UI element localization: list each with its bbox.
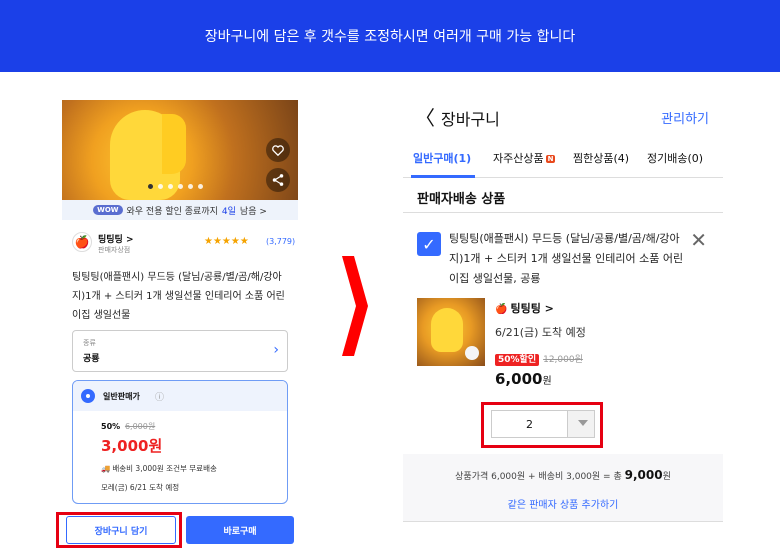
price-option-card[interactable]: 일반판매가 ⓘ 50% 6,000원 3,000원 🚚 배송비 3,000원 조건… (72, 380, 288, 504)
discount-line: 50% 6,000원 (101, 422, 156, 431)
rating-stars: ★★★★★ (204, 236, 249, 247)
order-summary: 상품가격 6,000원 + 배송비 3,000원 = 총 9,000원 같은 판… (403, 454, 723, 522)
delivery-date: 6/21(금) 도착 예정 (495, 326, 586, 339)
shipping-info: 🚚 배송비 3,000원 조건부 무료배송 (101, 464, 217, 473)
option-selector[interactable]: 종류 공룡 › (72, 330, 288, 372)
chevron-down-icon[interactable] (578, 420, 588, 426)
tab-wishlist[interactable]: 찜한상품(4) (573, 150, 629, 166)
price-type: 일반판매가 (103, 392, 140, 401)
option-label: 종류 (83, 339, 96, 347)
truck-icon: 🚚 (101, 464, 111, 473)
section-title: 판매자배송 상품 (417, 192, 506, 207)
carousel-dots[interactable] (148, 184, 203, 189)
manage-button[interactable]: 관리하기 (661, 108, 709, 127)
add-to-cart-button[interactable]: 장바구니 담기 (66, 516, 176, 544)
back-icon[interactable]: 〈 (415, 102, 435, 131)
arrival-info: 모레(금) 6/21 도착 예정 (101, 483, 180, 492)
wow-text: 와우 전용 할인 종료까지 (126, 206, 218, 217)
product-detail-screen: WOW 와우 전용 할인 종료까지 4일 남음 > 🍎 팅팅팅 > 판매자상점 … (56, 100, 298, 548)
chevron-right-icon: › (273, 342, 279, 358)
wow-days: 4일 (221, 206, 236, 217)
cart-item-title[interactable]: 팅팅팅(애플팬시) 무드등 (달님/공룡/별/곰/해/강아지)1개 + 스티커 … (449, 229, 689, 289)
cart-item-thumbnail[interactable] (417, 298, 485, 366)
wow-badge: WOW (93, 205, 123, 215)
apple-icon: 🍎 (72, 232, 92, 252)
share-icon[interactable] (266, 168, 290, 192)
cart-seller[interactable]: 🍎 팅팅팅 > (495, 300, 554, 316)
page-title: 장바구니 (441, 110, 500, 129)
product-title: 팅팅팅(애플팬시) 무드등 (달님/공룡/별/곰/해/강아지)1개 + 스티커 … (72, 272, 285, 321)
discount-badge: 50%할인 (495, 354, 540, 366)
tab-subscription[interactable]: 정기배송(0) (647, 150, 703, 166)
sale-price: 3,000원 (101, 437, 163, 455)
tab-regular[interactable]: 일반구매(1) (413, 150, 471, 166)
seller-name[interactable]: 팅팅팅 > (98, 232, 134, 245)
cart-tabs: 일반구매(1) 자주산상품 N 찜한상품(4) 정기배송(0) (403, 144, 723, 178)
info-icon[interactable]: ⓘ (155, 390, 164, 403)
heart-icon[interactable] (266, 138, 290, 162)
top-banner: 장바구니에 담은 후 갯수를 조정하시면 여러개 구매 가능 합니다 (0, 0, 780, 72)
summary-total: 9,000 (624, 468, 663, 482)
rating-count[interactable]: (3,779) (266, 237, 295, 246)
banner-text: 장바구니에 담은 후 갯수를 조정하시면 여러개 구매 가능 합니다 (204, 29, 576, 45)
active-tab-indicator (411, 175, 475, 178)
product-image[interactable] (62, 100, 298, 200)
tab-frequent[interactable]: 자주산상품 N (493, 150, 556, 166)
wow-promo-bar[interactable]: WOW 와우 전용 할인 종료까지 4일 남음 > (62, 200, 298, 220)
item-price: 6,000원 (495, 370, 552, 388)
close-icon[interactable]: ✕ (690, 228, 707, 252)
arrow-right-icon (340, 246, 370, 370)
add-same-seller-link[interactable]: 같은 판매자 상품 추가하기 (403, 496, 723, 511)
summary-text: 상품가격 6,000원 + 배송비 3,000원 = 총 9,000원 (455, 468, 671, 482)
quantity-value: 2 (492, 411, 568, 437)
quantity-select[interactable]: 2 (491, 410, 595, 438)
radio-selected[interactable] (81, 389, 95, 403)
discount-info: 50%할인 12,000원 (495, 352, 583, 366)
item-checkbox[interactable]: ✓ (417, 232, 441, 256)
seller-subtitle: 판매자상점 (98, 246, 131, 254)
buy-now-button[interactable]: 바로구매 (186, 516, 294, 544)
new-badge: N (545, 155, 556, 163)
original-price: 12,000원 (543, 355, 583, 365)
option-value: 공룡 (83, 354, 100, 364)
apple-icon: 🍎 (495, 304, 508, 315)
divider (403, 212, 723, 213)
wow-suffix: 남음 > (239, 206, 267, 217)
seller-row[interactable]: 🍎 팅팅팅 > 판매자상점 ★★★★★ (3,779) (72, 230, 295, 258)
cart-screen: 〈 장바구니 관리하기 일반구매(1) 자주산상품 N 찜한상품(4) 정기배송(… (403, 88, 723, 528)
